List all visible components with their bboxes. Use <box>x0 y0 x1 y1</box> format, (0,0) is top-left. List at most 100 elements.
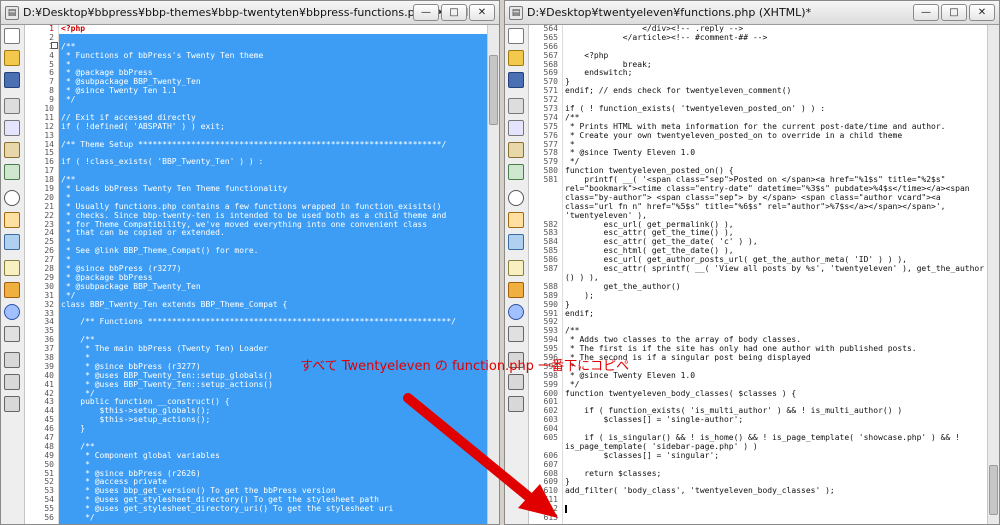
code-line[interactable]: public function __construct() { <box>59 398 487 407</box>
code-line[interactable]: esc_url( get_author_posts_url( get_the_a… <box>563 256 987 265</box>
code-line[interactable]: esc_html( get_the_date() ), <box>563 247 987 256</box>
replace-icon[interactable] <box>4 212 20 228</box>
right-maximize-button[interactable]: □ <box>941 4 967 21</box>
code-line[interactable]: if ( function_exists( 'is_multi_author' … <box>563 407 987 416</box>
code-line[interactable]: $this->setup_globals(); <box>59 407 487 416</box>
right-title-bar[interactable]: ▤ D:¥Desktop¥twentyeleven¥functions.php … <box>505 1 999 25</box>
code-line[interactable]: endif; // ends check for twentyeleven_co… <box>563 87 987 96</box>
code-line[interactable]: * checks. Since bbp-twenty-ten is intend… <box>59 212 487 221</box>
code-line[interactable]: printf( __( '<span class="sep">Posted on… <box>563 176 987 185</box>
code-line[interactable]: * that can be copied or extended. <box>59 229 487 238</box>
code-line[interactable]: rel="bookmark"><time class="entry-date" … <box>563 185 987 194</box>
code-line[interactable]: * @uses get_stylesheet_directory() To ge… <box>59 496 487 505</box>
right-scroll-thumb[interactable] <box>989 465 998 515</box>
code-line[interactable]: break; <box>563 61 987 70</box>
left-code-area[interactable]: <?php /** * Functions of bbPress's Twenty… <box>59 25 487 524</box>
code-line[interactable]: */ <box>59 292 487 301</box>
code-line[interactable]: * The main bbPress (Twenty Ten) Loader <box>59 345 487 354</box>
code-line[interactable]: is_page_template( 'sidebar-page.php' ) ) <box>563 443 987 452</box>
code-line[interactable]: */ <box>563 158 987 167</box>
copy-icon[interactable] <box>4 120 20 136</box>
code-line[interactable]: * <box>563 141 987 150</box>
find-icon[interactable] <box>4 190 20 206</box>
edit-icon[interactable] <box>4 282 20 298</box>
code-line[interactable] <box>59 132 487 141</box>
code-line[interactable]: endif; <box>563 310 987 319</box>
list-icon[interactable] <box>508 396 524 412</box>
code-line[interactable]: /** <box>59 443 487 452</box>
jump-icon[interactable] <box>4 234 20 250</box>
save-icon[interactable] <box>508 72 524 88</box>
code-line[interactable]: function twentyeleven_body_classes( $cla… <box>563 390 987 399</box>
code-line[interactable]: <?php <box>563 52 987 61</box>
code-line[interactable] <box>563 318 987 327</box>
code-line[interactable]: </article><!-- #comment-## --> <box>563 34 987 43</box>
code-line[interactable]: add_filter( 'body_class', 'twentyeleven_… <box>563 487 987 496</box>
open-file-icon[interactable] <box>4 50 20 66</box>
code-line[interactable]: * @since Twenty Eleven 1.0 <box>563 149 987 158</box>
code-line[interactable] <box>59 434 487 443</box>
undo-icon[interactable] <box>508 164 524 180</box>
browser-icon[interactable] <box>508 304 524 320</box>
code-line[interactable]: endswitch; <box>563 69 987 78</box>
code-line[interactable]: esc_attr( get_the_time() ), <box>563 229 987 238</box>
code-line[interactable]: } <box>59 425 487 434</box>
code-line[interactable]: * for Theme Compatibility, we've moved e… <box>59 221 487 230</box>
code-line[interactable]: * The first is if the site has only had … <box>563 345 987 354</box>
edit-icon[interactable] <box>508 282 524 298</box>
code-line[interactable]: * @uses BBP_Twenty_Ten::setup_actions() <box>59 381 487 390</box>
code-line[interactable]: class="by-author"> <span class="sep"> by… <box>563 194 987 203</box>
browser-icon[interactable] <box>4 304 20 320</box>
code-line[interactable] <box>563 505 987 514</box>
code-line[interactable]: * @since Twenty Ten 1.1 <box>59 87 487 96</box>
code-line[interactable]: () ) ), <box>563 274 987 283</box>
code-line[interactable] <box>59 149 487 158</box>
code-line[interactable] <box>59 34 487 43</box>
code-line[interactable]: $this->setup_actions(); <box>59 416 487 425</box>
code-line[interactable]: esc_url( get_permalink() ), <box>563 221 987 230</box>
right-code-area[interactable]: </div><!-- .reply --> </article><!-- #co… <box>563 25 987 524</box>
comment-icon[interactable] <box>508 260 524 276</box>
code-line[interactable]: * <box>59 194 487 203</box>
code-line[interactable]: if ( is_singular() && ! is_home() && ! i… <box>563 434 987 443</box>
find-icon[interactable] <box>508 190 524 206</box>
code-line[interactable] <box>563 398 987 407</box>
code-line[interactable]: } <box>563 301 987 310</box>
code-line[interactable]: $classes[] = 'single-author'; <box>563 416 987 425</box>
code-line[interactable]: * <box>59 256 487 265</box>
code-line[interactable]: * Adds two classes to the array of body … <box>563 336 987 345</box>
code-line[interactable] <box>563 514 987 523</box>
code-line[interactable]: /** <box>563 114 987 123</box>
cut-icon[interactable] <box>508 98 524 114</box>
code-line[interactable]: * Functions of bbPress's Twenty Ten them… <box>59 52 487 61</box>
right-scrollbar[interactable] <box>987 25 999 524</box>
code-line[interactable]: get_the_author() <box>563 283 987 292</box>
code-line[interactable]: * @uses bbp_get_version() To get the bbP… <box>59 487 487 496</box>
code-line[interactable]: /** <box>59 43 487 52</box>
code-line[interactable]: * @subpackage BBP_Twenty_Ten <box>59 78 487 87</box>
code-line[interactable]: * Create your own twentyeleven_posted_on… <box>563 132 987 141</box>
code-line[interactable]: } <box>563 78 987 87</box>
left-minimize-button[interactable]: — <box>413 4 439 21</box>
code-line[interactable]: </div><!-- .reply --> <box>563 25 987 34</box>
left-maximize-button[interactable]: □ <box>441 4 467 21</box>
copy-icon[interactable] <box>508 120 524 136</box>
code-line[interactable] <box>563 461 987 470</box>
code-line[interactable] <box>59 105 487 114</box>
code-line[interactable]: * @package bbPress <box>59 69 487 78</box>
code-line[interactable]: 'twentyeleven' ), <box>563 212 987 221</box>
code-line[interactable]: * @since bbPress (r2626) <box>59 470 487 479</box>
code-line[interactable]: /** Functions **************************… <box>59 318 487 327</box>
left-scroll-thumb[interactable] <box>489 55 498 125</box>
code-line[interactable] <box>563 496 987 505</box>
indent-icon[interactable] <box>4 352 20 368</box>
fold-marker-icon[interactable] <box>51 42 58 49</box>
undo-icon[interactable] <box>4 164 20 180</box>
right-close-button[interactable]: ✕ <box>969 4 995 21</box>
print-icon[interactable] <box>508 326 524 342</box>
code-line[interactable]: * @since bbPress (r3277) <box>59 265 487 274</box>
code-line[interactable]: * Loads bbPress Twenty Ten Theme functio… <box>59 185 487 194</box>
code-line[interactable]: * Usually functions.php contains a few f… <box>59 203 487 212</box>
code-line[interactable]: */ <box>59 96 487 105</box>
code-line[interactable]: if ( !class_exists( 'BBP_Twenty_Ten' ) )… <box>59 158 487 167</box>
